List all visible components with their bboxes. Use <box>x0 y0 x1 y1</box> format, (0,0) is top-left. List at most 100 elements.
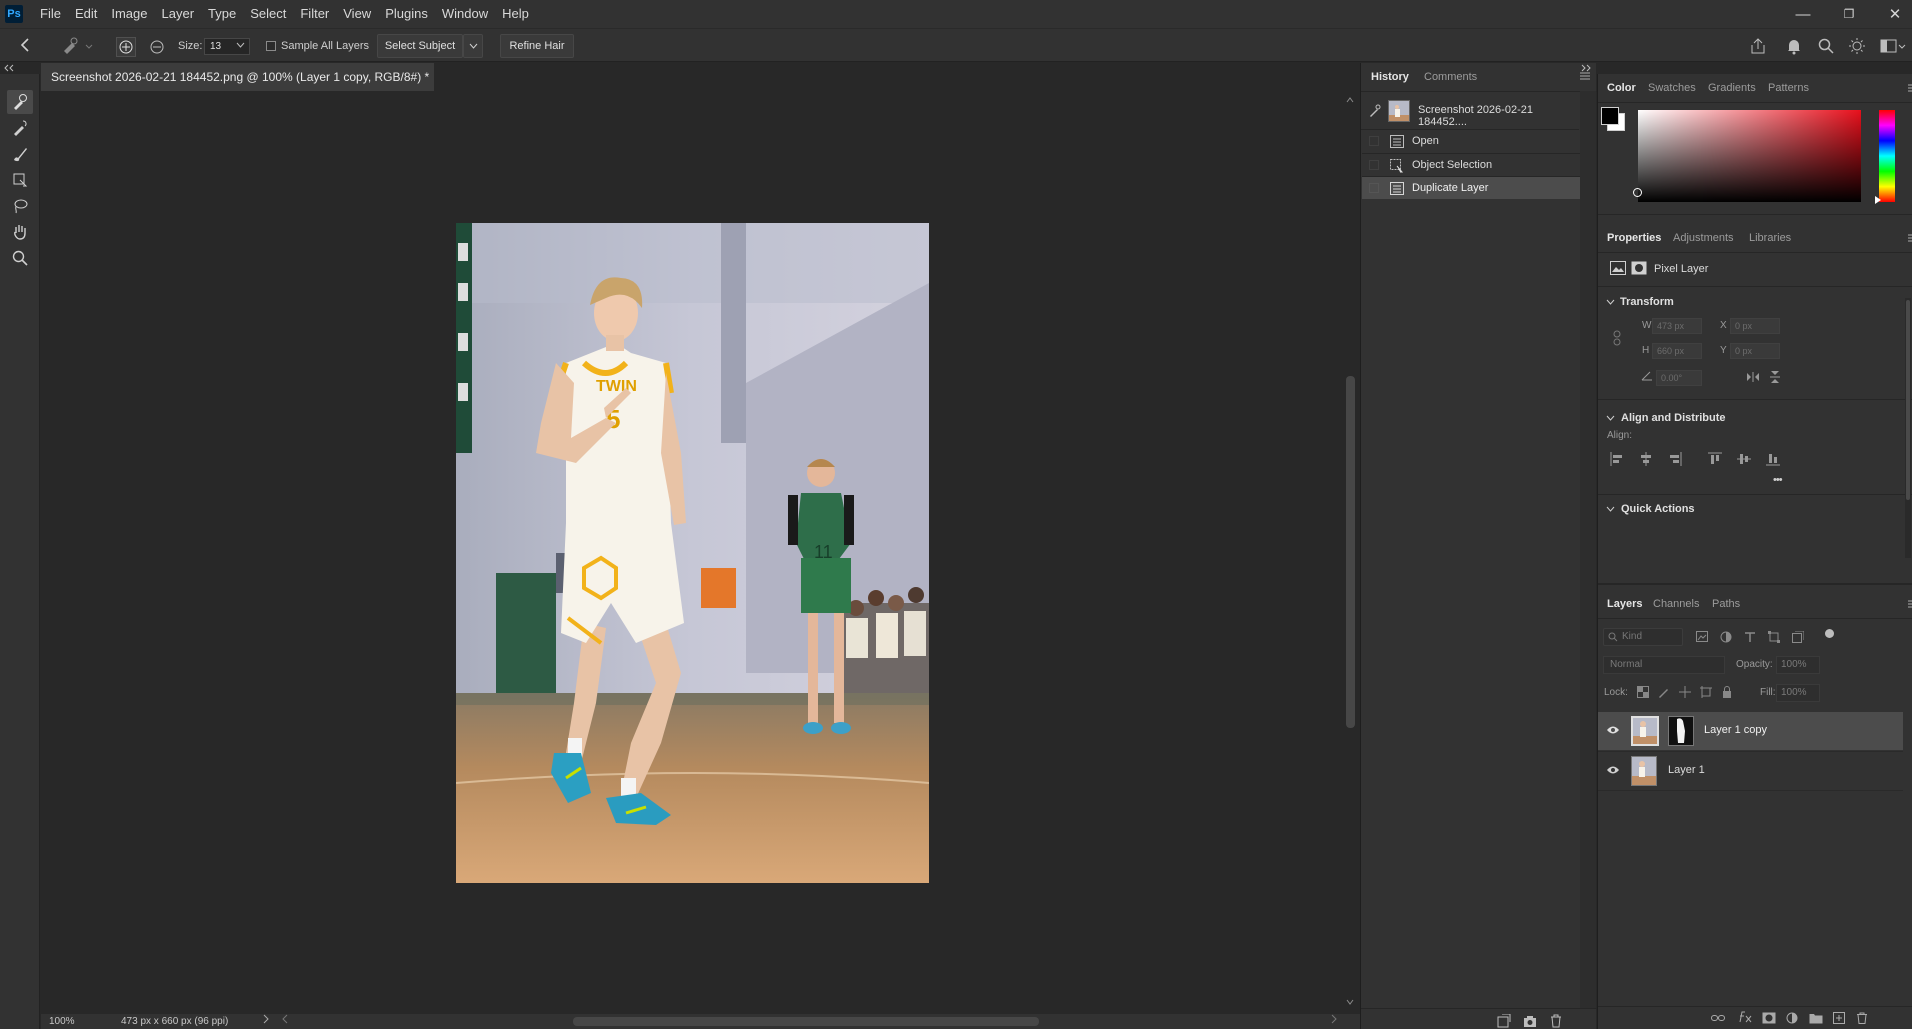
select-subject-dropdown[interactable] <box>463 34 483 58</box>
filter-type-icon[interactable] <box>1744 631 1756 643</box>
history-item[interactable]: Open <box>1362 130 1580 153</box>
menu-edit[interactable]: Edit <box>68 0 104 28</box>
hue-slider[interactable] <box>1879 110 1895 202</box>
menu-type[interactable]: Type <box>201 0 243 28</box>
close-window-button[interactable]: ✕ <box>1872 0 1912 28</box>
brush-tool-icon[interactable] <box>7 142 33 166</box>
tool-preset-picker[interactable] <box>58 35 96 57</box>
size-chevron-down-icon[interactable] <box>236 42 245 49</box>
layer-name[interactable]: Layer 1 <box>1668 764 1705 776</box>
link-dimensions-icon[interactable] <box>1612 330 1622 346</box>
properties-panel-menu-icon[interactable] <box>1908 233 1912 243</box>
hand-tool-icon[interactable] <box>7 220 33 244</box>
menu-window[interactable]: Window <box>435 0 495 28</box>
menu-image[interactable]: Image <box>104 0 154 28</box>
history-item[interactable]: Object Selection <box>1362 153 1580 176</box>
workspace-switcher-icon[interactable] <box>1880 37 1906 55</box>
align-horizontal-centers-icon[interactable] <box>1639 452 1653 466</box>
tab-comments[interactable]: Comments <box>1424 63 1477 91</box>
tab-history[interactable]: History <box>1371 63 1409 91</box>
transform-title[interactable]: Transform <box>1620 296 1674 308</box>
tab-channels[interactable]: Channels <box>1653 590 1699 618</box>
refine-hair-button[interactable]: Refine Hair <box>500 34 574 58</box>
subtract-from-selection-icon[interactable] <box>147 37 167 57</box>
menu-view[interactable]: View <box>336 0 378 28</box>
document-image[interactable]: 11 TWIN 5 <box>456 223 929 883</box>
history-brush-source-icon[interactable] <box>1368 104 1382 118</box>
menu-filter[interactable]: Filter <box>293 0 336 28</box>
new-group-folder-icon[interactable] <box>1809 1012 1823 1024</box>
align-vertical-centers-icon[interactable] <box>1737 452 1751 466</box>
filter-toggle-icon[interactable] <box>1825 629 1834 638</box>
layer-kind-filter[interactable]: Kind <box>1603 628 1683 646</box>
history-panel-menu-icon[interactable] <box>1580 71 1590 81</box>
layer-style-fx-icon[interactable] <box>1738 1011 1752 1023</box>
panel-collapse-icon[interactable] <box>1580 64 1592 72</box>
history-scrollbar[interactable] <box>1580 91 1596 1009</box>
delete-layer-trash-icon[interactable] <box>1856 1012 1868 1024</box>
history-snapshot[interactable]: Screenshot 2026-02-21 184452.... <box>1362 93 1580 129</box>
canvas-vertical-scrollbar[interactable] <box>1343 91 1358 1014</box>
layer-mask-thumbnail[interactable] <box>1668 716 1694 746</box>
align-distribute-title[interactable]: Align and Distribute <box>1621 412 1726 424</box>
align-right-edges-icon[interactable] <box>1668 452 1682 466</box>
zoom-tool-icon[interactable] <box>7 246 33 270</box>
height-field[interactable]: 660 px <box>1652 343 1702 359</box>
layer-row[interactable]: Layer 1 <box>1598 751 1903 789</box>
document-info[interactable]: 473 px x 660 px (96 ppi) <box>121 1016 228 1027</box>
quick-selection-tool-icon[interactable] <box>7 116 33 140</box>
menu-help[interactable]: Help <box>495 0 536 28</box>
filter-smart-object-icon[interactable] <box>1792 631 1804 643</box>
discover-lightbulb-icon[interactable] <box>1848 37 1866 55</box>
align-left-edges-icon[interactable] <box>1610 452 1624 466</box>
zoom-level[interactable]: 100% <box>49 1016 75 1027</box>
filter-shape-icon[interactable] <box>1768 631 1780 643</box>
delete-state-trash-icon[interactable] <box>1549 1014 1563 1028</box>
scroll-right-icon[interactable] <box>1331 1014 1337 1024</box>
filter-adjustment-icon[interactable] <box>1720 631 1732 643</box>
quick-actions-title[interactable]: Quick Actions <box>1621 503 1695 515</box>
tab-paths[interactable]: Paths <box>1712 590 1740 618</box>
flip-vertical-icon[interactable] <box>1770 370 1780 384</box>
back-chevron-icon[interactable] <box>18 37 34 53</box>
horizontal-scroll-thumb[interactable] <box>573 1017 1039 1026</box>
tab-libraries[interactable]: Libraries <box>1749 224 1791 252</box>
lock-position-icon[interactable] <box>1679 686 1691 698</box>
minimize-button[interactable]: — <box>1780 0 1826 28</box>
create-snapshot-camera-icon[interactable] <box>1523 1014 1537 1028</box>
opacity-field[interactable]: 100% <box>1776 656 1820 674</box>
menu-select[interactable]: Select <box>243 0 293 28</box>
add-to-selection-icon[interactable] <box>116 37 136 57</box>
new-adjustment-layer-icon[interactable] <box>1786 1012 1798 1024</box>
visibility-eye-icon[interactable] <box>1606 725 1620 735</box>
tab-swatches[interactable]: Swatches <box>1648 74 1696 102</box>
tab-properties[interactable]: Properties <box>1607 224 1661 252</box>
lock-artboard-icon[interactable] <box>1700 686 1712 698</box>
blend-mode-select[interactable]: Normal <box>1603 656 1725 674</box>
sample-all-layers-checkbox[interactable] <box>266 41 276 51</box>
scroll-down-icon[interactable] <box>1346 999 1354 1005</box>
tab-gradients[interactable]: Gradients <box>1708 74 1756 102</box>
scroll-left-icon[interactable] <box>282 1014 288 1024</box>
visibility-eye-icon[interactable] <box>1606 765 1620 775</box>
hue-slider-handle-icon[interactable] <box>1875 196 1881 204</box>
tab-color[interactable]: Color <box>1607 74 1636 102</box>
x-position-field[interactable]: 0 px <box>1730 318 1780 334</box>
align-bottom-edges-icon[interactable] <box>1766 452 1780 466</box>
new-layer-icon[interactable] <box>1833 1012 1845 1024</box>
color-picker-handle[interactable] <box>1633 188 1642 197</box>
flip-horizontal-icon[interactable] <box>1746 372 1760 382</box>
crop-tool-icon[interactable] <box>7 168 33 192</box>
layer-name[interactable]: Layer 1 copy <box>1704 724 1767 736</box>
lock-image-pixels-icon[interactable] <box>1658 686 1670 698</box>
history-source-checkbox[interactable] <box>1369 160 1379 170</box>
color-field[interactable] <box>1633 110 1861 202</box>
history-source-checkbox[interactable] <box>1369 136 1379 146</box>
foreground-color-swatch[interactable] <box>1601 107 1619 125</box>
filter-pixel-icon[interactable] <box>1696 631 1708 642</box>
y-position-field[interactable]: 0 px <box>1730 343 1780 359</box>
width-field[interactable]: 473 px <box>1652 318 1702 334</box>
status-menu-chevron-icon[interactable] <box>263 1014 269 1024</box>
properties-scrollbar[interactable] <box>1905 298 1911 558</box>
history-item-selected[interactable]: Duplicate Layer <box>1362 176 1580 199</box>
